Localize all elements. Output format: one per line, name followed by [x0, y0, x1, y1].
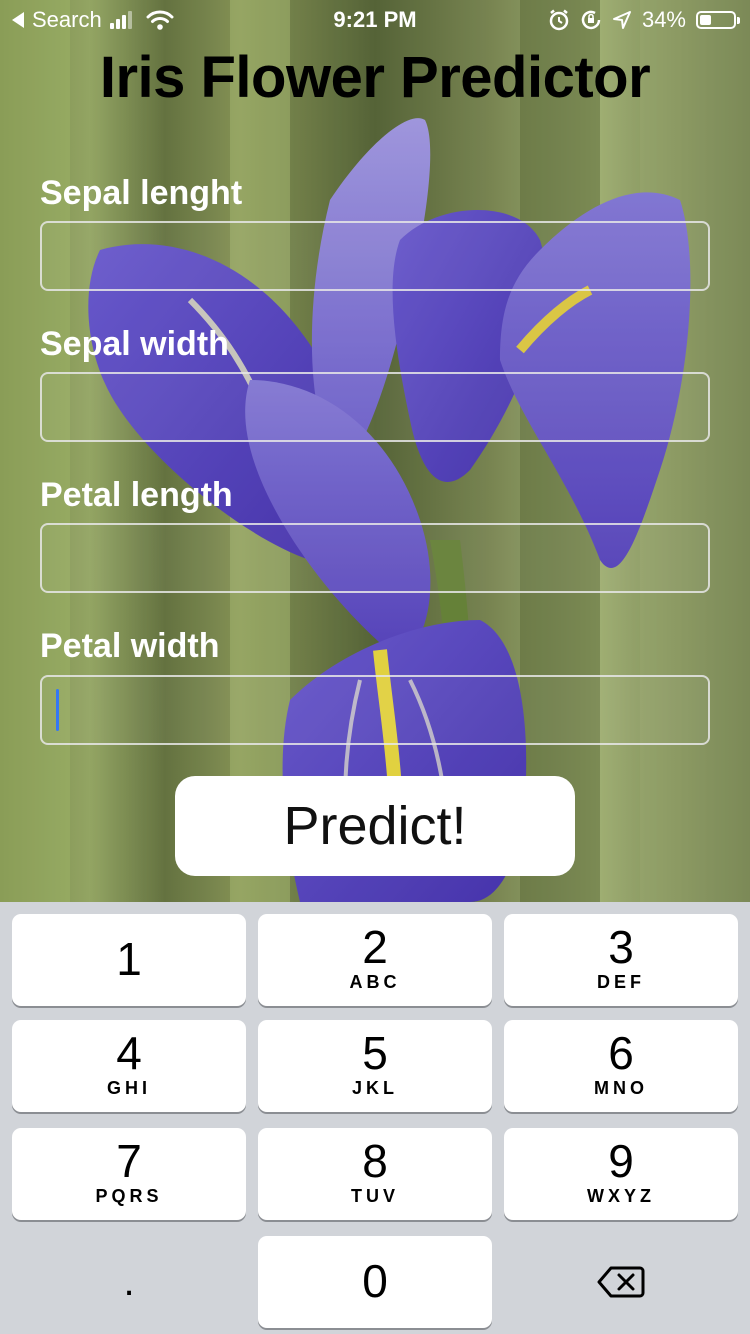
key-9[interactable]: 9 WXYZ: [504, 1128, 738, 1220]
location-icon: [612, 11, 631, 29]
key-digit: 4: [116, 1027, 142, 1079]
key-digit: 7: [116, 1135, 142, 1187]
app-screen: Search 9:21 PM 34% Iris Flower Predictor…: [0, 0, 750, 1334]
key-0[interactable]: 0: [258, 1236, 492, 1328]
key-digit: 3: [608, 921, 634, 973]
key-6[interactable]: 6 MNO: [504, 1020, 738, 1112]
delete-backspace-icon: [597, 1266, 645, 1298]
battery-percent: 34%: [641, 7, 686, 32]
key-5[interactable]: 5 JKL: [258, 1020, 492, 1112]
sepal-length-label: Sepal lenght: [40, 174, 243, 212]
alarm-icon: [549, 9, 569, 31]
page-title: Iris Flower Predictor: [99, 45, 651, 110]
key-3[interactable]: 3 DEF: [504, 914, 738, 1006]
key-digit: 0: [362, 1255, 388, 1307]
key-decimal[interactable]: .: [12, 1236, 246, 1328]
key-digit: 2: [362, 921, 388, 973]
status-bar: Search 9:21 PM 34%: [0, 0, 750, 40]
key-8[interactable]: 8 TUV: [258, 1128, 492, 1220]
key-digit: 5: [362, 1027, 388, 1079]
petal-width-label: Petal width: [40, 627, 220, 665]
key-letters: PQRS: [95, 1186, 163, 1206]
key-letters: TUV: [351, 1186, 399, 1206]
orientation-lock-icon: [581, 10, 601, 30]
key-7[interactable]: 7 PQRS: [12, 1128, 246, 1220]
text-cursor: [56, 689, 59, 731]
petal-length-input[interactable]: [40, 523, 710, 593]
delete-key[interactable]: [504, 1236, 738, 1328]
iris-flower-background: [0, 0, 750, 902]
sepal-length-input[interactable]: [40, 221, 710, 291]
iris-flower-image: [0, 0, 750, 902]
key-digit: 8: [362, 1135, 388, 1187]
petal-width-input[interactable]: [40, 675, 710, 745]
key-letters: MNO: [594, 1078, 648, 1098]
battery-icon: [696, 11, 740, 29]
key-4[interactable]: 4 GHI: [12, 1020, 246, 1112]
predict-button[interactable]: Predict!: [175, 776, 575, 876]
key-digit: 6: [608, 1027, 634, 1079]
key-letters: DEF: [597, 972, 645, 992]
key-digit: 1: [116, 933, 142, 985]
key-letters: GHI: [106, 1078, 151, 1098]
key-1[interactable]: 1: [12, 914, 246, 1006]
status-right: 34%: [538, 7, 740, 33]
battery-level: [700, 15, 711, 25]
sepal-width-label: Sepal width: [40, 325, 229, 363]
key-digit: 9: [608, 1135, 634, 1187]
sepal-width-input[interactable]: [40, 372, 710, 442]
key-2[interactable]: 2 ABC: [258, 914, 492, 1006]
petal-length-label: Petal length: [40, 476, 233, 514]
key-letters: WXYZ: [587, 1186, 655, 1206]
key-letters: ABC: [349, 972, 401, 992]
key-letters: JKL: [351, 1078, 398, 1098]
